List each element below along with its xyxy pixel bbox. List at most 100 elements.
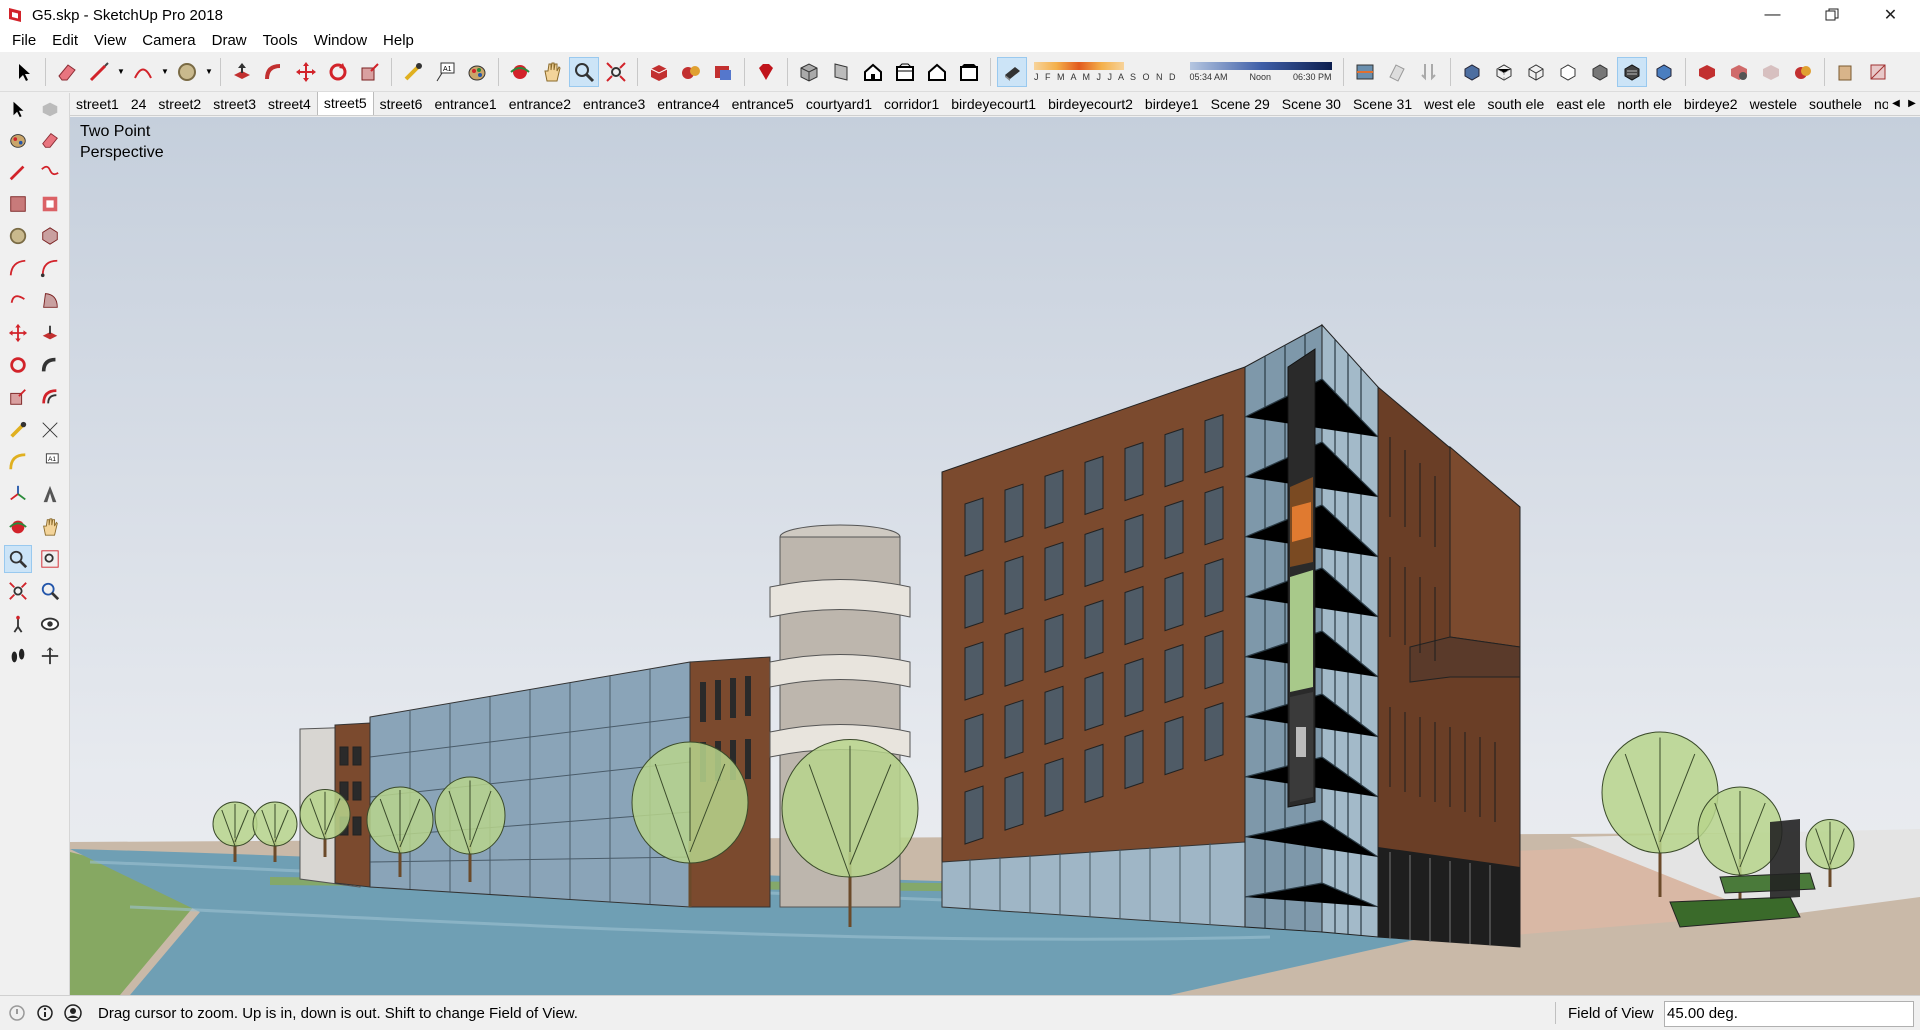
scene-tab[interactable]: southele: [1803, 93, 1868, 115]
solid-tools-icon[interactable]: [1788, 57, 1818, 87]
iso-view-icon[interactable]: [794, 57, 824, 87]
model-viewport[interactable]: Two Point Perspective: [70, 117, 1920, 995]
dimension-tool-icon[interactable]: [36, 416, 64, 444]
rotate-tool-icon[interactable]: [4, 351, 32, 379]
offset-tool-icon[interactable]: [36, 383, 64, 411]
scene-tab[interactable]: street6: [374, 93, 429, 115]
shape-dropdown-icon[interactable]: ▼: [204, 57, 214, 87]
rectangle-tool-icon[interactable]: [4, 190, 32, 218]
pan-tool-icon[interactable]: [36, 513, 64, 541]
text-tool-icon[interactable]: A1: [36, 448, 64, 476]
scene-tab[interactable]: westele: [1744, 93, 1803, 115]
section-display-icon[interactable]: [1382, 57, 1412, 87]
scale-tool-icon[interactable]: [4, 383, 32, 411]
measurements-input[interactable]: 45.00 deg.: [1664, 1001, 1914, 1027]
select-tool-icon[interactable]: [4, 95, 32, 123]
follow-me-tool-icon[interactable]: [259, 57, 289, 87]
push-pull-tool-icon[interactable]: [227, 57, 257, 87]
three-point-arc-tool-icon[interactable]: [4, 286, 32, 314]
front-view-icon[interactable]: [858, 57, 888, 87]
model-scene[interactable]: [70, 117, 1920, 995]
ruby-console-icon[interactable]: [751, 57, 781, 87]
scene-tab[interactable]: entrance2: [503, 93, 577, 115]
shadows-toggle-icon[interactable]: [997, 56, 1027, 87]
layout-send-icon[interactable]: [1831, 57, 1861, 87]
xray-style-icon[interactable]: [1457, 57, 1487, 87]
scene-tab[interactable]: entrance5: [726, 93, 800, 115]
select-tool-icon[interactable]: [9, 57, 39, 87]
pan-tool-icon[interactable]: [537, 57, 567, 87]
scene-tab[interactable]: 24: [125, 93, 153, 115]
extension-warehouse-icon[interactable]: [708, 57, 738, 87]
rotate-tool-icon[interactable]: [323, 57, 353, 87]
menu-help[interactable]: Help: [375, 30, 422, 52]
scene-tab[interactable]: west ele: [1418, 93, 1481, 115]
move-tool-icon[interactable]: [291, 57, 321, 87]
menu-edit[interactable]: Edit: [44, 30, 86, 52]
zoom-tool-icon[interactable]: [4, 545, 32, 573]
scene-tab[interactable]: birdeyecourt2: [1042, 93, 1139, 115]
minimize-icon[interactable]: —: [1743, 0, 1802, 30]
scale-tool-icon[interactable]: [355, 57, 385, 87]
close-icon[interactable]: ✕: [1861, 0, 1920, 30]
scene-tab[interactable]: Scene 30: [1276, 93, 1347, 115]
scene-tab[interactable]: entrance1: [428, 93, 502, 115]
position-camera-tool-icon[interactable]: [4, 610, 32, 638]
arc-tool-icon[interactable]: [128, 57, 158, 87]
user-account-icon[interactable]: [62, 1002, 84, 1024]
orbit-tool-icon[interactable]: [505, 57, 535, 87]
menu-view[interactable]: View: [86, 30, 134, 52]
outliner-icon[interactable]: [1756, 57, 1786, 87]
circle-tool-icon[interactable]: [4, 222, 32, 250]
warehouse-icon[interactable]: [644, 57, 674, 87]
menu-tools[interactable]: Tools: [255, 30, 306, 52]
tape-measure-tool-icon[interactable]: [398, 57, 428, 87]
push-pull-tool-icon[interactable]: [36, 319, 64, 347]
wireframe-style-icon[interactable]: [1521, 57, 1551, 87]
3d-text-tool-icon[interactable]: [36, 480, 64, 508]
pie-tool-icon[interactable]: [36, 286, 64, 314]
share-component-icon[interactable]: [676, 57, 706, 87]
scene-tab[interactable]: entrance3: [577, 93, 651, 115]
scene-tab[interactable]: street5: [316, 92, 374, 115]
text-tool-icon[interactable]: A1: [430, 57, 460, 87]
back-edges-style-icon[interactable]: [1489, 57, 1519, 87]
info-icon[interactable]: [34, 1002, 56, 1024]
hidden-line-style-icon[interactable]: [1553, 57, 1583, 87]
scene-tab[interactable]: street3: [207, 93, 262, 115]
geo-location-icon[interactable]: [6, 1002, 28, 1024]
circle-tool-icon[interactable]: [172, 57, 202, 87]
shadow-date-slider[interactable]: J F M A M J J A S O N D: [1034, 55, 1178, 89]
scene-tab[interactable]: street2: [152, 93, 207, 115]
shadow-time-bar[interactable]: [1189, 61, 1332, 70]
make-component-icon[interactable]: [1692, 57, 1722, 87]
section-plane-icon[interactable]: [1350, 57, 1380, 87]
rotated-rectangle-tool-icon[interactable]: [36, 190, 64, 218]
freehand-tool-icon[interactable]: [36, 158, 64, 186]
follow-me-tool-icon[interactable]: [36, 351, 64, 379]
monochrome-style-icon[interactable]: [1649, 57, 1679, 87]
scene-tab[interactable]: Scene 29: [1205, 93, 1276, 115]
scene-tab[interactable]: south ele: [1482, 93, 1551, 115]
right-view-icon[interactable]: [890, 57, 920, 87]
top-view-icon[interactable]: [826, 57, 856, 87]
scene-tab[interactable]: courtyard1: [800, 93, 878, 115]
scroll-right-icon[interactable]: ▶: [1908, 98, 1916, 109]
eraser-tool-icon[interactable]: [52, 57, 82, 87]
left-view-icon[interactable]: [954, 57, 984, 87]
scene-tab[interactable]: street1: [70, 93, 125, 115]
make-component-icon[interactable]: [36, 95, 64, 123]
scene-tab[interactable]: birdeye2: [1678, 93, 1744, 115]
walk-tool-icon[interactable]: [4, 642, 32, 670]
menu-file[interactable]: File: [4, 30, 44, 52]
scene-tab[interactable]: entrance4: [651, 93, 725, 115]
make-group-icon[interactable]: [1724, 57, 1754, 87]
menu-camera[interactable]: Camera: [134, 30, 203, 52]
line-dropdown-icon[interactable]: ▼: [116, 57, 126, 87]
zoom-extents-tool-icon[interactable]: [601, 57, 631, 87]
axes-tool-icon[interactable]: [4, 480, 32, 508]
arc-dropdown-icon[interactable]: ▼: [160, 57, 170, 87]
shaded-textures-style-icon[interactable]: [1616, 56, 1647, 87]
scene-tab[interactable]: east ele: [1550, 93, 1611, 115]
scene-tab[interactable]: birdeye1: [1139, 93, 1205, 115]
